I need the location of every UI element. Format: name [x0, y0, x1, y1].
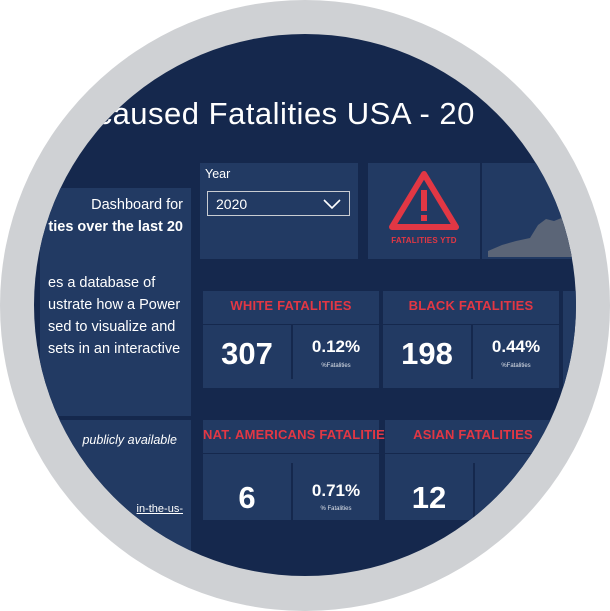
kpi-asian-fatalities: ASIAN FATALITIES 12 0 — [385, 420, 561, 520]
kpi-subtitle: %Fatalities — [321, 363, 351, 369]
warning-triangle-icon — [389, 171, 459, 230]
description-body-line-3: sed to visualize and — [48, 319, 176, 335]
kpi-partial-card — [563, 291, 576, 388]
kpi-title: BLACK FATALITIES — [408, 298, 534, 313]
kpi-title: WHITE FATALITIES — [230, 298, 352, 313]
kpi-black-fatalities: BLACK FATALITIES 198 0.44% %Fatalities — [383, 291, 559, 388]
kpi-subtitle: % Fatalities — [320, 506, 352, 512]
source-panel: publicly available in-the-us- — [40, 420, 191, 576]
kpi-title: NAT. AMERICANS FATALITIES — [203, 427, 394, 442]
year-slicer: Year 2020 — [200, 163, 358, 259]
kpi-count: 307 — [221, 336, 273, 371]
description-body-line-2: ustrate how a Power — [48, 297, 181, 313]
kpi-divider — [385, 453, 561, 454]
description-line-1: Dashboard for — [91, 197, 183, 213]
kpi-count: 6 — [238, 480, 256, 515]
kpi-percent: 0.71% — [311, 481, 361, 500]
trend-area-chart — [488, 214, 576, 257]
description-panel: Dashboard for ties over the last 20 es a… — [40, 188, 191, 416]
fatalities-ytd-card: FATALITIES YTD — [368, 163, 480, 259]
dashboard-viewport: e-caused Fatalities USA - 20 Dashboard f… — [34, 34, 576, 576]
year-label: Year — [205, 167, 231, 181]
description-line-2: ties over the last 20 — [48, 219, 183, 235]
chevron-down-icon — [323, 197, 341, 213]
page-title: e-caused Fatalities USA - 20 — [68, 96, 475, 131]
source-note: publicly available — [82, 433, 177, 447]
description-body-line-1: es a database of — [48, 275, 156, 291]
kpi-percent: 0.44% — [491, 337, 541, 356]
kpi-divider — [203, 453, 379, 454]
source-link[interactable]: in-the-us- — [137, 503, 183, 515]
kpi-subtitle: %Fatalities — [501, 363, 531, 369]
kpi-native-american-fatalities: NAT. AMERICANS FATALITIES 6 0.71% % Fata… — [203, 420, 394, 520]
kpi-percent: 0 — [513, 481, 523, 500]
fatalities-ytd-label: FATALITIES YTD — [391, 236, 457, 245]
year-dropdown[interactable]: 2020 — [207, 191, 350, 216]
description-body-line-4: sets in an interactive — [48, 341, 181, 357]
year-selected-value: 2020 — [216, 196, 248, 212]
kpi-title: ASIAN FATALITIES — [413, 427, 533, 442]
trend-chart-card — [482, 163, 576, 259]
kpi-count: 12 — [411, 480, 447, 515]
kpi-count: 198 — [401, 336, 453, 371]
kpi-white-fatalities: WHITE FATALITIES 307 0.12% %Fatalities — [203, 291, 379, 388]
kpi-percent: 0.12% — [311, 337, 361, 356]
